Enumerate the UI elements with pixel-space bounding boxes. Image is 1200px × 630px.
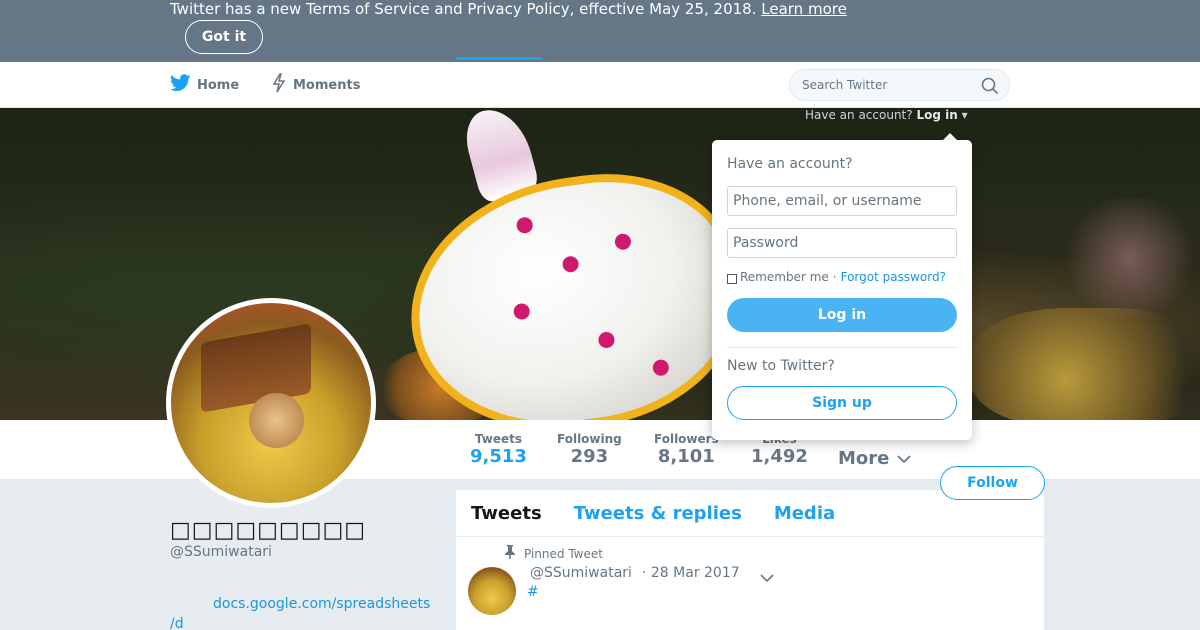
profile-url-link[interactable]: /d [170, 616, 184, 630]
money-bag-image [249, 393, 304, 448]
nav-home[interactable]: Home [169, 62, 240, 108]
tweet-date[interactable]: · 28 Mar 2017 [642, 565, 740, 581]
more-label: More [838, 448, 890, 469]
chevron-down-icon[interactable] [760, 568, 774, 587]
pinned-text: Pinned Tweet [524, 546, 603, 561]
nudibranch-photo [394, 156, 756, 420]
password-input[interactable] [727, 228, 957, 258]
search-input[interactable]: Search Twitter [802, 78, 887, 92]
active-stat-indicator [456, 57, 542, 60]
twitter-bird-icon [169, 74, 197, 96]
banner-message: Twitter has a new Terms of Service and P… [170, 0, 757, 18]
pin-icon [504, 545, 524, 562]
login-button[interactable]: Log in [727, 298, 957, 332]
timeline: Tweets Tweets & replies Media Pinned Twe… [456, 490, 1044, 630]
stat-tweets[interactable]: Tweets 9,513 [470, 432, 527, 468]
stat-following[interactable]: Following 293 [557, 432, 622, 468]
top-navigation: Home Moments Search Twitter [0, 62, 1200, 108]
nav-home-label: Home [197, 77, 240, 93]
profile-url-link[interactable]: docs.google.com/spreadsheets [213, 596, 430, 612]
stat-value: 1,492 [751, 446, 808, 467]
chevron-down-icon [897, 448, 912, 469]
remember-checkbox[interactable] [727, 273, 737, 284]
policy-banner: Twitter has a new Terms of Service and P… [0, 0, 1200, 62]
signup-button[interactable]: Sign up [727, 386, 957, 420]
nav-moments-label: Moments [293, 77, 361, 93]
slug-spot [515, 216, 534, 235]
tab-media[interactable]: Media [774, 503, 835, 524]
slug-spot [597, 330, 616, 350]
tab-tweets-replies[interactable]: Tweets & replies [574, 503, 742, 524]
slug-spot [651, 358, 670, 377]
more-menu[interactable]: More [838, 448, 912, 469]
stat-value: 8,101 [657, 446, 715, 467]
learn-more-link[interactable]: Learn more [761, 0, 847, 18]
profile-handle[interactable]: @SSumiwatari [170, 544, 272, 560]
login-dropdown: Have an account? Remember me · Forgot pa… [712, 140, 972, 440]
nav-moments[interactable]: Moments [271, 62, 360, 108]
divider [727, 347, 957, 348]
seaweed-decoration [1060, 198, 1200, 318]
search-box[interactable]: Search Twitter [789, 69, 1010, 101]
caret-down-icon[interactable]: ▾ [962, 108, 968, 122]
lightning-icon [271, 73, 293, 97]
tweet-handle[interactable]: @SSumiwatari [530, 565, 632, 581]
got-it-button[interactable]: Got it [185, 20, 263, 54]
login-hint[interactable]: Have an account? Log in ▾ [805, 108, 968, 122]
remember-row: Remember me · Forgot password? [727, 270, 946, 284]
tweet-avatar[interactable] [468, 567, 516, 615]
tweet-hashtag[interactable]: # [527, 584, 539, 600]
remember-label[interactable]: Remember me [740, 270, 829, 284]
forgot-password-link[interactable]: Forgot password? [841, 270, 946, 284]
profile-avatar[interactable] [166, 298, 376, 508]
search-icon[interactable] [981, 77, 999, 98]
banner-text: Twitter has a new Terms of Service and P… [170, 0, 847, 18]
slug-spot [613, 232, 632, 251]
slug-spot [512, 302, 531, 321]
separator: · [832, 270, 837, 284]
pinned-label: Pinned Tweet [504, 545, 603, 562]
coral-decoration [970, 308, 1200, 420]
stat-value: 293 [570, 446, 609, 467]
login-toggle[interactable]: Log in [916, 108, 957, 122]
stat-label: Tweets [474, 432, 523, 446]
stat-followers[interactable]: Followers 8,101 [654, 432, 719, 468]
new-to-twitter-text: New to Twitter? [727, 358, 835, 374]
tab-tweets[interactable]: Tweets [471, 503, 542, 524]
stat-value: 9,513 [470, 446, 527, 467]
have-account-text: Have an account? [805, 108, 913, 122]
slug-spot [561, 255, 580, 274]
stat-label: Following [557, 432, 622, 446]
login-heading: Have an account? [727, 156, 853, 172]
stat-label: Followers [654, 432, 719, 446]
follow-button[interactable]: Follow [940, 466, 1045, 500]
username-input[interactable] [727, 186, 957, 216]
profile-name: □□□□□□□□□ [170, 518, 367, 543]
